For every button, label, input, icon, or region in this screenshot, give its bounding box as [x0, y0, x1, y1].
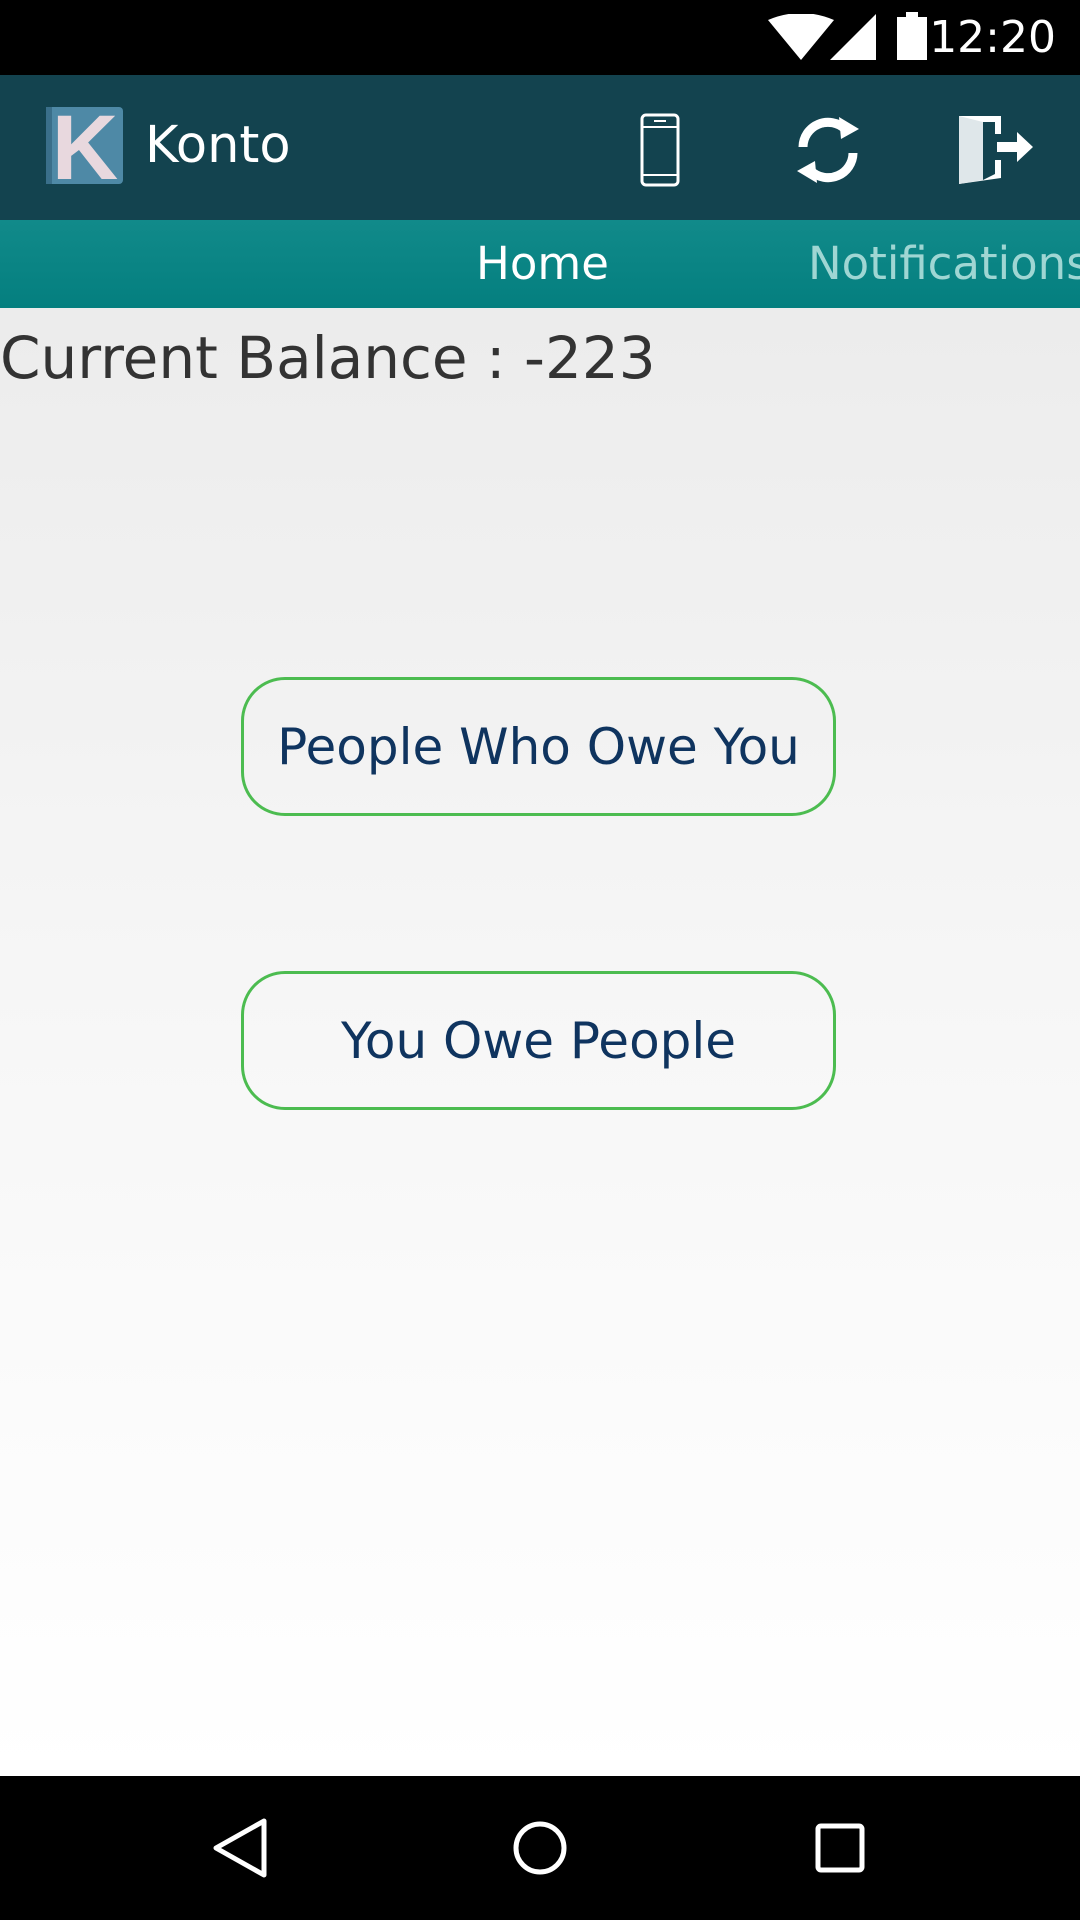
tab-home[interactable]: Home — [476, 220, 609, 308]
current-balance: Current Balance : -223 — [0, 324, 656, 392]
cell-signal-icon — [830, 14, 876, 60]
recents-icon — [815, 1823, 865, 1873]
home-button[interactable] — [490, 1798, 590, 1898]
app-logo-letter: K — [52, 107, 118, 184]
app-title: Konto — [145, 116, 291, 175]
home-content: Current Balance : -223 People Who Owe Yo… — [0, 308, 1080, 1776]
device-icon — [640, 113, 680, 187]
tab-bar: Home Notifications — [0, 220, 1080, 308]
tab-notifications[interactable]: Notifications — [808, 220, 1080, 308]
back-button[interactable] — [190, 1798, 290, 1898]
sync-button[interactable] — [773, 95, 883, 205]
sync-icon — [797, 117, 859, 183]
logout-button[interactable] — [940, 95, 1050, 205]
recents-button[interactable] — [790, 1798, 890, 1898]
status-bar: 12:20 — [0, 0, 1080, 75]
wifi-icon — [768, 14, 834, 60]
home-icon — [513, 1821, 567, 1875]
logout-icon — [959, 116, 1033, 184]
app-toolbar: K Konto — [0, 75, 1080, 220]
navigation-bar — [0, 1776, 1080, 1920]
status-time: 12:20 — [929, 12, 1056, 63]
people-who-owe-you-button[interactable]: People Who Owe You — [241, 677, 836, 816]
back-icon — [213, 1818, 267, 1878]
battery-icon — [897, 12, 927, 60]
app-logo: K — [46, 107, 123, 184]
device-button[interactable] — [605, 95, 715, 205]
you-owe-people-button[interactable]: You Owe People — [241, 971, 836, 1110]
